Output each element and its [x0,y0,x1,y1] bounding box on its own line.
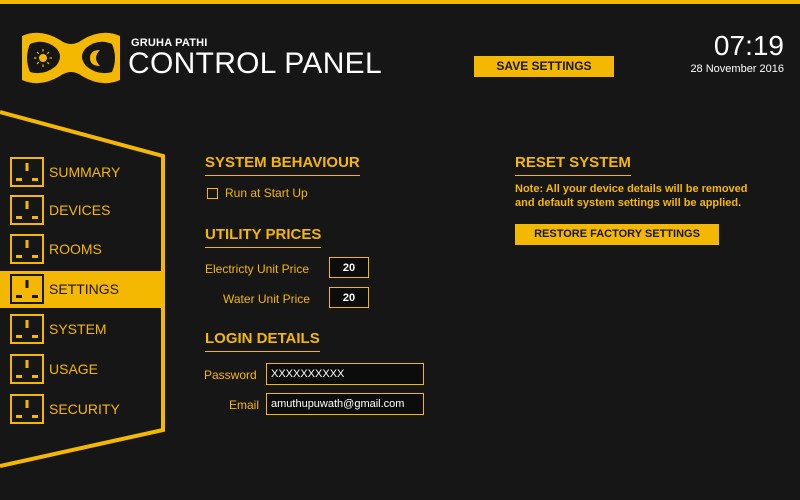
clock-time: 07:19 [713,30,784,61]
sidebar-item-label: SETTINGS [49,281,120,297]
socket-icon [10,274,44,304]
electricity-price-label: Electricty Unit Price [205,262,310,276]
reset-note-line-1: Note: All your device details will be re… [515,183,748,195]
sidebar-item-summary[interactable]: SUMMARY [0,154,163,191]
electricity-price-input[interactable] [329,257,369,278]
clock-date: 28 November 2016 [690,63,784,75]
sidebar-item-label: SECURITY [49,401,120,417]
email-field[interactable] [266,393,424,415]
socket-icon [10,394,44,424]
socket-icon [10,354,44,384]
socket-icon [10,195,44,225]
password-label: Password [204,368,257,382]
password-field[interactable] [266,363,424,385]
sidebar-item-system[interactable]: SYSTEM [0,311,163,348]
reset-note-line-2: and default system settings will be appl… [515,197,742,209]
sidebar-item-settings[interactable]: SETTINGS [0,271,163,308]
water-price-label: Water Unit Price [223,292,310,306]
socket-icon [10,157,44,187]
socket-icon [10,314,44,344]
sidebar-item-rooms[interactable]: ROOMS [0,231,163,268]
sidebar-item-security[interactable]: SECURITY [0,391,163,428]
sidebar-item-label: ROOMS [49,241,102,257]
email-label: Email [229,398,260,412]
sidebar-item-label: DEVICES [49,202,111,218]
page-title: CONTROL PANEL [128,47,382,80]
sidebar-item-label: SYSTEM [49,321,107,337]
save-settings-button[interactable]: SAVE SETTINGS [474,56,614,77]
top-accent-bar [0,0,800,4]
login-details-heading: LOGIN DETAILS [205,330,320,352]
gruha-pathi-logo [22,32,120,84]
utility-prices-heading: UTILITY PRICES [205,226,322,248]
sidebar-item-label: USAGE [49,361,99,377]
reset-system-heading: RESET SYSTEM [515,154,631,176]
restore-factory-settings-button[interactable]: RESTORE FACTORY SETTINGS [515,224,719,245]
sidebar-item-devices[interactable]: DEVICES [0,192,163,229]
sidebar-item-label: SUMMARY [49,164,121,180]
run-at-startup-checkbox[interactable] [207,188,218,199]
system-behaviour-heading: SYSTEM BEHAVIOUR [205,154,360,176]
socket-icon [10,234,44,264]
water-price-input[interactable] [329,287,369,308]
run-at-startup-label: Run at Start Up [225,186,308,200]
sidebar-item-usage[interactable]: USAGE [0,351,163,388]
